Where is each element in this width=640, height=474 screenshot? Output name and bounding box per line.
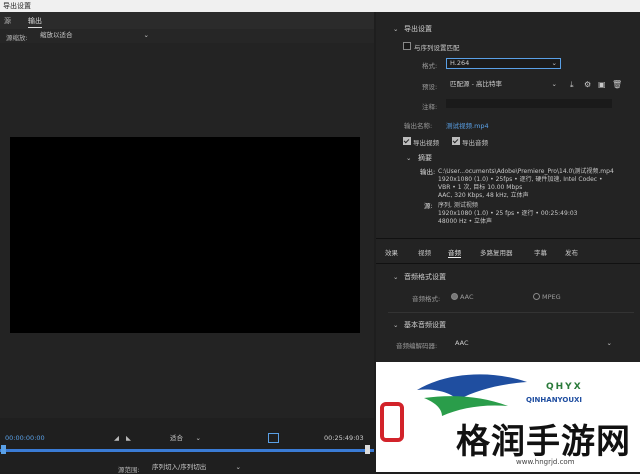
output-name-label: 输出名称: <box>404 122 433 130</box>
audio-codec-label: 音频编解码器: <box>396 342 438 350</box>
chevron-down-icon: ⌄ <box>551 59 557 67</box>
export-settings-panel: ⌄ 导出设置 与序列设置匹配 格式: H.264 ⌄ 预设: 匹配源 - 高比特… <box>376 12 640 362</box>
aspect-icon[interactable] <box>268 433 279 443</box>
audio-format-label: 音频格式: <box>412 295 441 303</box>
preset-label: 预设: <box>422 83 438 91</box>
export-video-checkbox[interactable] <box>403 137 411 145</box>
collapse-arrow-icon[interactable]: ⌄ <box>393 321 398 329</box>
summary-title: 摘要 <box>418 154 432 162</box>
set-in-icon[interactable]: ◢ <box>114 434 119 442</box>
source-range-dropdown[interactable]: 序列切入/序列切出 ⌄ <box>148 462 245 473</box>
export-audio-checkbox[interactable] <box>452 137 460 145</box>
brand-url: www.hngrjd.com <box>516 458 575 466</box>
brand-text: 格润手游网 <box>456 422 631 462</box>
summary-collapse-icon[interactable]: ⌄ <box>406 154 411 162</box>
window-title: 导出设置 <box>3 2 31 10</box>
range-label: 源范围: <box>118 466 140 474</box>
comment-input[interactable] <box>446 99 612 108</box>
export-video-label: 导出视频 <box>413 139 439 147</box>
divider <box>376 238 640 239</box>
format-label: 格式: <box>422 62 438 70</box>
title-bar: 导出设置 <box>0 0 640 12</box>
summary-output-label: 输出: <box>420 168 436 176</box>
fit-dropdown[interactable]: 适合 ⌄ <box>166 433 205 444</box>
summary-source-line: 48000 Hz • 立体声 <box>438 218 493 225</box>
export-settings-title: 导出设置 <box>404 25 432 33</box>
out-point-handle[interactable] <box>365 445 370 454</box>
chevron-down-icon: ⌄ <box>143 31 149 39</box>
import-preset-icon[interactable]: ⚙ <box>584 80 591 89</box>
delete-icon[interactable]: 🗑 <box>612 80 622 89</box>
collapse-arrow-icon[interactable]: ⌄ <box>393 273 398 281</box>
save-preset-icon[interactable]: ⤓ <box>570 80 574 90</box>
preview-panel: 源 输出 源缩放: 缩放以适合 ⌄ <box>0 12 374 472</box>
range-value: 序列切入/序列切出 <box>152 463 207 471</box>
source-scale-value: 缩放以适合 <box>40 31 73 39</box>
output-name-link[interactable]: 测试视频.mp4 <box>446 120 489 130</box>
set-out-icon[interactable]: ◣ <box>126 434 131 442</box>
comment-label: 注释: <box>422 103 438 111</box>
preset-dropdown[interactable]: 匹配源 - 高比特率 ⌄ <box>446 79 561 90</box>
source-scale-dropdown[interactable]: 缩放以适合 ⌄ <box>36 30 153 41</box>
divider <box>376 263 640 264</box>
folder-icon[interactable]: ▣ <box>598 80 606 89</box>
audio-codec-value: AAC <box>455 339 469 347</box>
tab-effects[interactable]: 效果 <box>385 247 398 257</box>
match-sequence-checkbox[interactable] <box>403 42 411 50</box>
red-frame-icon <box>380 402 404 442</box>
divider <box>388 312 634 313</box>
timeline-bar: 00:00:00:00 ◢ ◣ 适合 ⌄ 00:25:49:03 源范围: 序列… <box>0 418 374 474</box>
radio-aac[interactable] <box>451 293 458 300</box>
radio-mpeg[interactable] <box>533 293 540 300</box>
format-value: H.264 <box>450 59 470 67</box>
basic-audio-title: 基本音频设置 <box>404 321 446 329</box>
tab-source[interactable]: 源 <box>4 16 11 26</box>
tab-publish[interactable]: 发布 <box>565 247 578 257</box>
video-preview <box>10 137 360 333</box>
watermark-overlay: QHYX QINHANYOUXI 格润手游网 www.hngrjd.com <box>376 362 640 472</box>
match-sequence-label: 与序列设置匹配 <box>414 44 460 52</box>
tab-multiplexer[interactable]: 多路复用器 <box>480 247 513 257</box>
timeline-track[interactable] <box>0 449 374 452</box>
source-scale-label: 源缩放: <box>6 34 28 42</box>
tab-audio[interactable]: 音频 <box>448 247 461 258</box>
chevron-down-icon: ⌄ <box>606 339 612 347</box>
tab-captions[interactable]: 字幕 <box>534 247 547 257</box>
chevron-down-icon: ⌄ <box>195 434 201 442</box>
logo-text: QINHANYOUXI <box>526 396 583 404</box>
start-timecode[interactable]: 00:00:00:00 <box>5 434 45 442</box>
chevron-down-icon: ⌄ <box>551 80 557 88</box>
source-scale-row: 源缩放: 缩放以适合 ⌄ <box>0 29 374 43</box>
logo-letters: QHYX <box>546 382 583 392</box>
summary-source-label: 源: <box>424 202 433 210</box>
summary-output-line: AAC, 320 Kbps, 48 kHz, 立体声 <box>438 192 529 199</box>
preview-tabs: 源 输出 <box>0 12 374 30</box>
audio-codec-dropdown[interactable]: AAC ⌄ <box>451 338 616 349</box>
playhead[interactable] <box>1 445 6 454</box>
audio-format-title: 音频格式设置 <box>404 273 446 281</box>
collapse-arrow-icon[interactable]: ⌄ <box>393 25 398 33</box>
chevron-down-icon: ⌄ <box>235 463 241 471</box>
format-dropdown[interactable]: H.264 ⌄ <box>446 58 561 69</box>
preset-value: 匹配源 - 高比特率 <box>450 80 502 88</box>
fit-value: 适合 <box>170 434 183 442</box>
radio-aac-label: AAC <box>460 293 474 301</box>
radio-mpeg-label: MPEG <box>542 293 561 301</box>
export-audio-label: 导出音频 <box>462 139 488 147</box>
tab-output[interactable]: 输出 <box>28 16 42 28</box>
tab-video[interactable]: 视频 <box>418 247 431 257</box>
fish-logo-icon <box>417 374 527 416</box>
end-timecode: 00:25:49:03 <box>324 434 364 442</box>
